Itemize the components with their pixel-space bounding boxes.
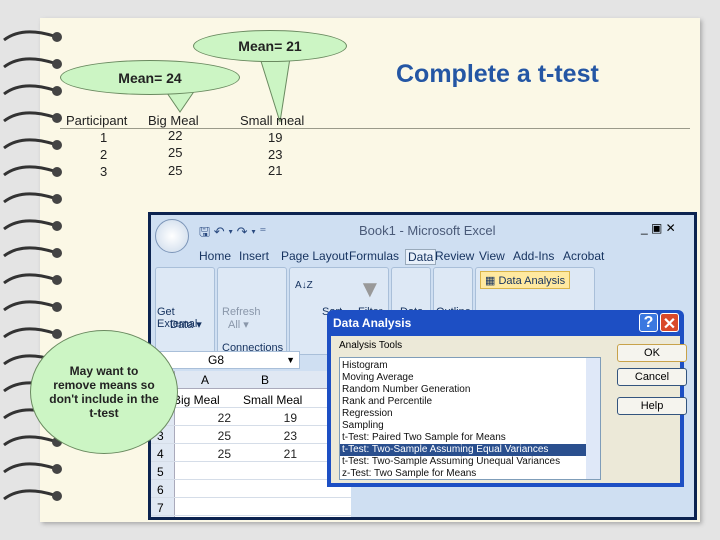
- row-header[interactable]: 6: [157, 483, 164, 497]
- office-button[interactable]: [155, 219, 189, 253]
- list-item[interactable]: z-Test: Two Sample for Means: [340, 468, 586, 480]
- tab-add-ins[interactable]: Add-Ins: [513, 249, 554, 263]
- table-cell: 3: [100, 164, 108, 179]
- tab-formulas[interactable]: Formulas: [349, 249, 399, 263]
- data-analysis-button[interactable]: ▦ Data Analysis: [480, 271, 571, 289]
- label: All ▾: [228, 319, 249, 331]
- tab-review[interactable]: Review: [435, 249, 474, 263]
- tab-view[interactable]: View: [479, 249, 505, 263]
- list-item[interactable]: Rank and Percentile: [340, 396, 586, 408]
- callout-mean-small: Mean= 21: [193, 30, 347, 62]
- ok-button[interactable]: OK: [617, 344, 687, 362]
- label: Data Analysis: [498, 275, 566, 287]
- column-header[interactable]: B: [261, 373, 269, 387]
- table-cell: 25: [168, 145, 183, 160]
- list-item[interactable]: Random Number Generation: [340, 384, 586, 396]
- row-header[interactable]: 7: [157, 501, 164, 515]
- cell[interactable]: 23: [237, 429, 297, 443]
- callout-mean-big: Mean= 24: [60, 60, 240, 95]
- quick-access-toolbar[interactable]: 🖫 ↶ ▾ ↷ ▾ ⁼: [199, 223, 266, 245]
- name-box-value: G8: [208, 353, 225, 367]
- cancel-button[interactable]: Cancel: [617, 368, 687, 386]
- list-item[interactable]: Regression: [340, 408, 586, 420]
- table-header: Small meal: [240, 113, 305, 128]
- callout-note: May want to remove means so don't includ…: [30, 330, 178, 454]
- analysis-tools-list[interactable]: Histogram Moving Average Random Number Gen…: [339, 357, 601, 480]
- label: Data ▾: [170, 319, 202, 331]
- table-header: Participant: [66, 113, 128, 128]
- data-analysis-dialog: Data Analysis ? ✕ Analysis Tools Histogr…: [327, 310, 687, 487]
- row-header[interactable]: 5: [157, 465, 164, 479]
- spreadsheet-grid[interactable]: A B 1234567 Big Meal Small Meal 22 19 25…: [151, 371, 351, 517]
- group-get-external[interactable]: Get External Data ▾: [155, 267, 215, 355]
- cell[interactable]: 25: [171, 447, 231, 461]
- scrollbar[interactable]: [586, 358, 600, 479]
- table-cell: 1: [100, 130, 108, 145]
- filter-icon[interactable]: ▼: [358, 276, 382, 304]
- window-controls[interactable]: _ ▣ ✕: [641, 221, 676, 235]
- table-header: Big Meal: [148, 113, 199, 128]
- list-item[interactable]: Moving Average: [340, 372, 586, 384]
- list-item[interactable]: t-Test: Paired Two Sample for Means: [340, 432, 586, 444]
- refresh-button[interactable]: Refresh: [222, 306, 261, 318]
- cell[interactable]: Small Meal: [243, 393, 302, 407]
- cell[interactable]: Big Meal: [173, 393, 220, 407]
- cell[interactable]: 19: [237, 411, 297, 425]
- list-label: Analysis Tools: [339, 340, 403, 351]
- table-cell: 21: [268, 163, 283, 178]
- sort-az-icon[interactable]: A↓Z: [295, 280, 313, 291]
- chevron-down-icon: ▼: [286, 355, 295, 365]
- table-cell: 2: [100, 147, 108, 162]
- help-button[interactable]: Help: [617, 397, 687, 415]
- help-icon[interactable]: ?: [639, 313, 658, 332]
- tab-insert[interactable]: Insert: [239, 249, 269, 263]
- tab-data[interactable]: Data: [405, 249, 437, 265]
- column-header[interactable]: A: [201, 373, 209, 387]
- list-item[interactable]: t-Test: Two-Sample Assuming Equal Varian…: [340, 444, 586, 456]
- data-analysis-icon: ▦: [485, 275, 499, 287]
- list-item[interactable]: t-Test: Two-Sample Assuming Unequal Vari…: [340, 456, 586, 468]
- cell[interactable]: 25: [171, 429, 231, 443]
- tab-page-layout[interactable]: Page Layout: [281, 249, 348, 263]
- tab-home[interactable]: Home: [199, 249, 231, 263]
- table-cell: 22: [168, 128, 183, 143]
- row-header[interactable]: 4: [157, 447, 164, 461]
- list-item[interactable]: Histogram: [340, 360, 586, 372]
- table-cell: 25: [168, 163, 183, 178]
- list-item[interactable]: Sampling: [340, 420, 586, 432]
- group-connections: Refresh All ▾ Connections: [217, 267, 287, 355]
- window-title: Book1 - Microsoft Excel: [359, 223, 496, 238]
- close-icon[interactable]: ✕: [660, 313, 679, 333]
- name-box[interactable]: G8 ▼: [155, 351, 300, 369]
- cell[interactable]: 22: [171, 411, 231, 425]
- tab-acrobat[interactable]: Acrobat: [563, 249, 604, 263]
- table-cell: 23: [268, 147, 283, 162]
- dialog-title: Data Analysis: [333, 316, 412, 330]
- table-cell: 19: [268, 130, 283, 145]
- cell[interactable]: 21: [237, 447, 297, 461]
